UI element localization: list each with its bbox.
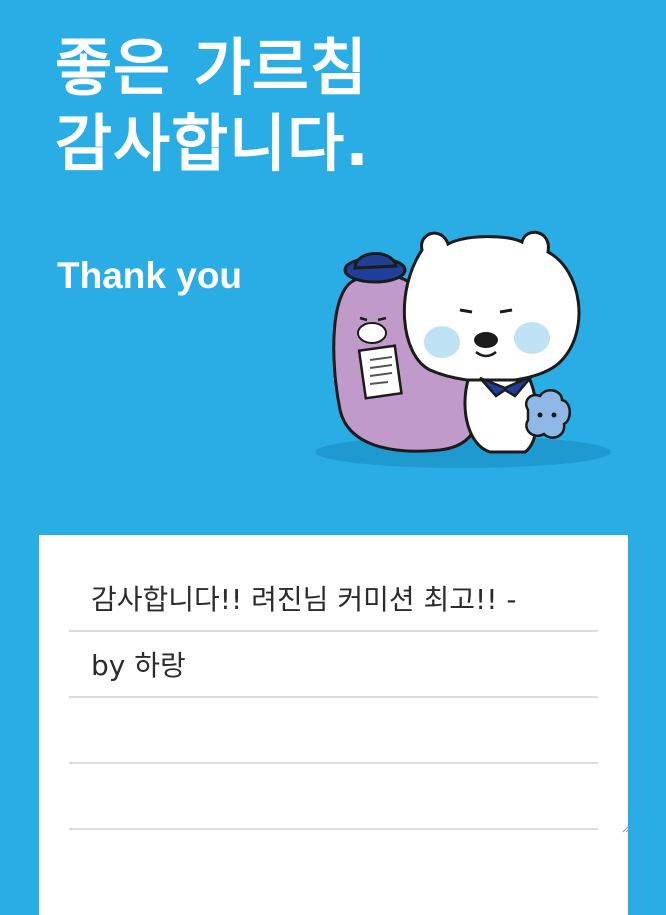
message-card: 감사합니다!! 려진님 커미션 최고!! - by 하랑 [39, 535, 630, 915]
message-line [69, 698, 598, 764]
message-line: by 하랑 [69, 632, 598, 698]
thank-you-subtitle: Thank you [57, 255, 243, 296]
message-line: 감사합니다!! 려진님 커미션 최고!! - [69, 565, 598, 632]
message-line [69, 764, 598, 830]
headline-line-2: 감사합니다. [55, 107, 370, 180]
resize-grip-icon[interactable] [622, 825, 630, 833]
lined-message-area[interactable]: 감사합니다!! 려진님 커미션 최고!! - by 하랑 [69, 565, 598, 830]
bear-characters-illustration [300, 220, 630, 480]
bear-characters-icon [315, 230, 611, 468]
headline: 좋은 가르침 감사합니다. [55, 30, 370, 182]
headline-line-1: 좋은 가르침 [55, 31, 368, 104]
